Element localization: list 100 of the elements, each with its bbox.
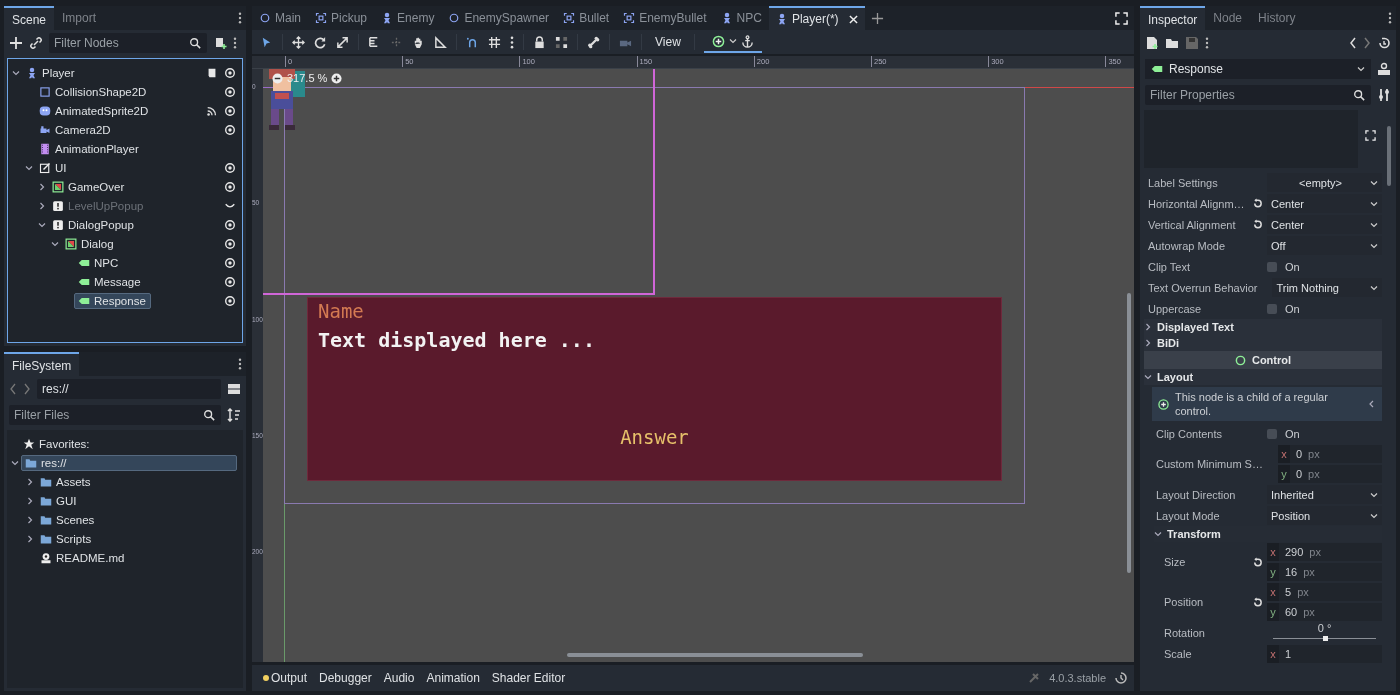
- forward-icon[interactable]: [1363, 36, 1371, 50]
- horizontal-scrollbar[interactable]: [567, 653, 863, 657]
- property-group-header[interactable]: BiDi: [1144, 335, 1382, 351]
- sort-icon[interactable]: [227, 408, 241, 422]
- revert-icon[interactable]: [1252, 556, 1263, 568]
- tree-row-highlight[interactable]: AnimationPlayer: [35, 140, 143, 157]
- move-icon[interactable]: [292, 35, 305, 49]
- editor-tab[interactable]: Enemy: [374, 6, 442, 30]
- number-field[interactable]: x 1: [1267, 644, 1382, 663]
- editor-tab[interactable]: EnemyBullet: [616, 6, 714, 30]
- editor-tab[interactable]: Bullet: [556, 6, 617, 30]
- tree-row-highlight[interactable]: CollisionShape2D: [35, 83, 151, 100]
- editor-tab[interactable]: Player(*): [768, 6, 865, 30]
- dock-tab[interactable]: History: [1250, 6, 1304, 30]
- property-dropdown[interactable]: Position: [1267, 506, 1382, 525]
- tree-row-highlight[interactable]: Camera2D: [35, 121, 115, 138]
- resource-picker[interactable]: <empty>: [1267, 173, 1382, 192]
- tree-row-highlight[interactable]: UI: [35, 159, 71, 176]
- add-tab-icon[interactable]: [870, 11, 884, 25]
- vertical-scrollbar[interactable]: [1127, 293, 1131, 573]
- bottom-panel-tab[interactable]: Debugger: [314, 668, 377, 688]
- eye-icon[interactable]: [224, 275, 236, 288]
- eye-icon[interactable]: [224, 256, 236, 269]
- number-field[interactable]: x 290 px: [1267, 543, 1382, 561]
- tree-row-highlight[interactable]: NPC: [74, 254, 123, 271]
- pivot-icon[interactable]: [390, 35, 403, 49]
- view-menu[interactable]: View: [651, 33, 685, 51]
- eye-icon[interactable]: [224, 123, 236, 136]
- number-field[interactable]: y 0 px: [1277, 465, 1382, 483]
- script-add-icon[interactable]: [213, 36, 227, 50]
- number-field[interactable]: y 60 px: [1267, 603, 1382, 621]
- node-selector[interactable]: Response: [1145, 59, 1371, 79]
- tree-row-highlight[interactable]: Scenes: [36, 511, 99, 528]
- property-dropdown[interactable]: Off: [1267, 236, 1382, 255]
- more-icon[interactable]: [1205, 37, 1209, 49]
- dock-tab[interactable]: Scene: [4, 6, 55, 30]
- add-icon[interactable]: [9, 36, 23, 50]
- eye-icon[interactable]: [224, 218, 236, 231]
- dock-tab[interactable]: Node: [1205, 6, 1251, 30]
- checkbox[interactable]: [1267, 428, 1277, 439]
- slider-thumb[interactable]: [1322, 636, 1328, 641]
- editor-tab[interactable]: NPC: [713, 6, 769, 30]
- eye-icon[interactable]: [224, 66, 236, 79]
- property-dropdown[interactable]: Center: [1267, 215, 1382, 234]
- docs-icon[interactable]: [1377, 62, 1391, 76]
- more-icon[interactable]: [238, 12, 242, 24]
- tree-row-highlight[interactable]: AnimatedSprite2D: [35, 102, 153, 119]
- select-arrow-icon[interactable]: [260, 35, 273, 49]
- ruler-icon[interactable]: [434, 35, 447, 49]
- property-group-header[interactable]: Layout: [1144, 369, 1382, 385]
- fullscreen-icon[interactable]: [1115, 11, 1128, 25]
- filter-properties-field[interactable]: Filter Properties: [1145, 85, 1371, 105]
- tree-row-highlight[interactable]: README.md: [36, 549, 129, 566]
- tree-row-highlight[interactable]: Dialog: [61, 235, 118, 252]
- history-icon[interactable]: [1377, 36, 1391, 50]
- vertical-scrollbar[interactable]: [1387, 126, 1391, 186]
- eye-icon[interactable]: [224, 161, 236, 174]
- more-icon[interactable]: [238, 358, 242, 370]
- lock-icon[interactable]: [533, 35, 546, 49]
- tree-row-highlight[interactable]: Player: [22, 64, 79, 81]
- eye-icon[interactable]: [224, 104, 236, 117]
- bottom-panel-tab[interactable]: Shader Editor: [486, 668, 571, 688]
- tree-row-highlight[interactable]: Scripts: [36, 530, 96, 547]
- bottom-panel-tab[interactable]: Audio: [378, 668, 420, 688]
- tree-row-highlight[interactable]: Message: [74, 273, 145, 290]
- bottom-panel-tab[interactable]: Animation: [421, 668, 485, 688]
- selected-tree-row[interactable]: res://: [21, 454, 237, 471]
- scale-icon[interactable]: [336, 35, 349, 49]
- filter-files-field[interactable]: Filter Files: [9, 405, 221, 425]
- close-icon[interactable]: [848, 14, 858, 24]
- zoom-in-icon[interactable]: [331, 72, 343, 84]
- checkbox[interactable]: [1267, 261, 1277, 272]
- number-field[interactable]: x 5 px: [1267, 583, 1382, 601]
- tree-row-highlight[interactable]: GameOver: [48, 178, 129, 195]
- tree-row-highlight[interactable]: DialogPopup: [48, 216, 138, 233]
- revert-icon[interactable]: [1252, 596, 1263, 608]
- pin-icon[interactable]: [1027, 671, 1042, 685]
- checkbox[interactable]: [1267, 303, 1277, 314]
- revert-icon[interactable]: [1252, 219, 1263, 230]
- editor-tab[interactable]: EnemySpawner: [441, 6, 557, 30]
- script-icon[interactable]: [206, 66, 218, 79]
- snap-icon[interactable]: [466, 35, 479, 49]
- link-icon[interactable]: [29, 36, 43, 50]
- signal-icon[interactable]: [206, 104, 218, 117]
- property-dropdown[interactable]: Center: [1267, 194, 1382, 213]
- filter-nodes-field[interactable]: Filter Nodes: [49, 33, 207, 53]
- eye-icon[interactable]: [224, 180, 236, 193]
- property-dropdown[interactable]: Trim Nothing: [1272, 278, 1382, 297]
- property-dropdown[interactable]: Inherited: [1267, 485, 1382, 504]
- folder-icon[interactable]: [1165, 36, 1179, 50]
- dock-tab[interactable]: Inspector: [1140, 6, 1206, 30]
- number-field[interactable]: y 16 px: [1267, 563, 1382, 581]
- hand-icon[interactable]: [412, 35, 425, 49]
- forward-icon[interactable]: [23, 382, 31, 396]
- rotate-icon[interactable]: [314, 35, 327, 49]
- editor-tab[interactable]: Pickup: [308, 6, 375, 30]
- revert-icon[interactable]: [1252, 198, 1263, 209]
- expand-icon[interactable]: [1365, 130, 1376, 141]
- more-icon[interactable]: [510, 35, 514, 49]
- history-icon[interactable]: [1114, 671, 1128, 685]
